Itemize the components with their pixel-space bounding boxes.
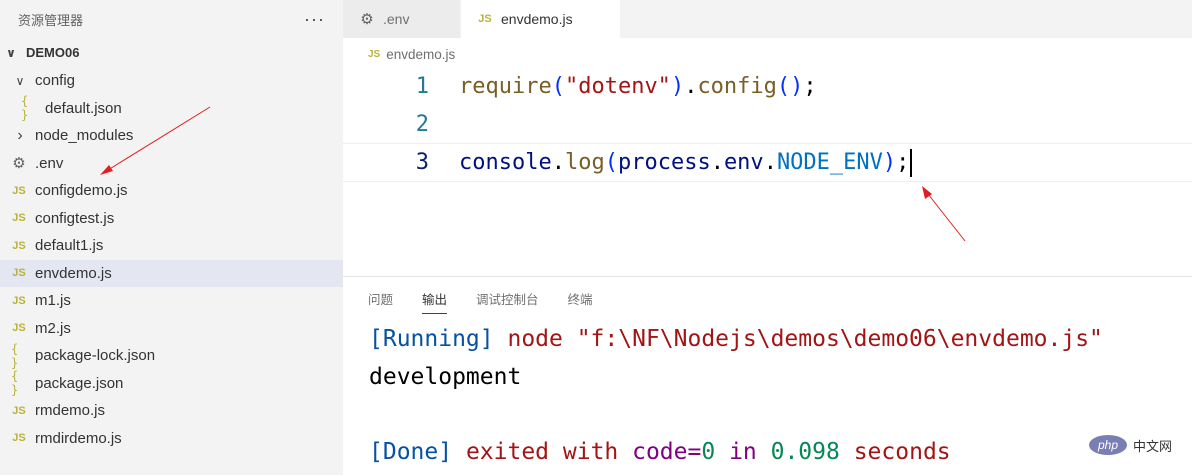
tree-item-package-lock-json[interactable]: { } package-lock.json [0, 342, 343, 370]
bottom-panel: 问题 输出 调试控制台 终端 [Running] node "f:\NF\Nod… [343, 276, 1192, 476]
panel-tabs: 问题 输出 调试控制台 终端 [368, 289, 622, 314]
breadcrumb-file[interactable]: envdemo.js [386, 47, 455, 62]
tree-item-config[interactable]: ∨ config [0, 67, 343, 95]
code-text: console.log(process.env.NODE_ENV); [459, 144, 913, 181]
gear-icon: ⚙ [12, 155, 26, 173]
tab-envdemo-js[interactable]: JS envdemo.js [461, 0, 621, 38]
tree-item-label: .env [35, 154, 64, 172]
tree-item-label: configtest.js [35, 209, 115, 227]
output-line-result: development [369, 363, 522, 390]
tree-item-node-modules[interactable]: › node_modules [0, 122, 343, 150]
more-actions-icon[interactable]: ··· [304, 9, 325, 30]
tab-debug-console[interactable]: 调试控制台 [476, 289, 539, 314]
tree-item-label: package.json [35, 374, 124, 392]
json-file-icon: { } [21, 94, 29, 123]
tree-item-env[interactable]: ⚙ .env [0, 150, 343, 178]
editor-tab-bar: ⚙ .env JS envdemo.js [343, 0, 1192, 38]
chevron-down-icon: ∨ [6, 45, 16, 60]
tree-item-m1-js[interactable]: JS m1.js [0, 287, 343, 315]
json-file-icon: { } [11, 341, 19, 370]
tree-item-label: m1.js [35, 292, 71, 310]
json-file-icon: { } [11, 369, 19, 398]
tree-item-label: rmdirdemo.js [35, 429, 122, 447]
tree-item-label: m2.js [35, 319, 71, 337]
js-file-icon: JS [12, 239, 26, 252]
js-file-icon: JS [12, 322, 26, 335]
tab-label: envdemo.js [501, 11, 573, 27]
explorer-title: 资源管理器 [18, 12, 84, 28]
chevron-down-icon: ∨ [15, 73, 25, 88]
line-number: 2 [415, 112, 429, 137]
workspace-folder[interactable]: ∨ DEMO06 [0, 38, 343, 67]
breadcrumb[interactable]: JS envdemo.js [368, 43, 455, 65]
output-line-running: [Running] node "f:\NF\Nodejs\demos\demo0… [369, 326, 1103, 352]
js-file-icon: JS [12, 212, 26, 225]
php-logo: php [1088, 435, 1127, 455]
tree-item-label: package-lock.json [35, 347, 156, 365]
tree-item-label: config [35, 72, 76, 90]
tree-item-rmdirdemo-js[interactable]: JS rmdirdemo.js [0, 425, 343, 453]
watermark: php 中文网 [1088, 435, 1172, 455]
line-number: 3 [415, 150, 429, 175]
output-line-done: [Done] exited with code=0 in 0.098 secon… [369, 438, 951, 465]
explorer-sidebar: 资源管理器 ··· ∨ DEMO06 ∨ config { } default.… [0, 0, 343, 475]
gear-icon: ⚙ [360, 11, 374, 28]
output-line-blank [369, 396, 1103, 434]
tab-env[interactable]: ⚙ .env [343, 0, 461, 38]
tree-item-configdemo-js[interactable]: JS configdemo.js [0, 177, 343, 205]
js-file-icon: JS [12, 294, 26, 307]
code-editor[interactable]: 1 require("dotenv").config(); 2 3 consol… [343, 66, 1192, 271]
js-file-icon: JS [12, 184, 26, 197]
js-file-icon: JS [12, 404, 26, 417]
output-log[interactable]: [Running] node "f:\NF\Nodejs\demos\demo0… [369, 321, 1103, 471]
tree-item-label: node_modules [35, 127, 134, 145]
tree-item-envdemo-js[interactable]: JS envdemo.js [0, 259, 343, 287]
js-file-icon: JS [12, 267, 26, 280]
tab-output[interactable]: 输出 [422, 289, 448, 314]
tree-item-package-json[interactable]: { } package.json [0, 369, 343, 398]
tree-item-default-json[interactable]: { } default.json [0, 94, 343, 123]
tree-item-label: rmdemo.js [35, 402, 106, 420]
tree-item-label: configdemo.js [35, 182, 128, 200]
workspace-folder-label: DEMO06 [26, 45, 80, 60]
tab-label: .env [383, 11, 410, 27]
tab-terminal[interactable]: 终端 [568, 289, 593, 314]
tab-problems[interactable]: 问题 [368, 289, 393, 314]
tree-item-m2-js[interactable]: JS m2.js [0, 315, 343, 343]
code-line-2[interactable]: 2 [343, 106, 1192, 143]
tree-item-configtest-js[interactable]: JS configtest.js [0, 205, 343, 233]
code-line-3[interactable]: 3 console.log(process.env.NODE_ENV); [343, 143, 1192, 182]
tree-item-rmdemo-js[interactable]: JS rmdemo.js [0, 397, 343, 425]
line-number: 1 [415, 74, 429, 99]
tree-item-label: default.json [45, 99, 122, 117]
js-file-icon: JS [368, 48, 381, 60]
tree-item-label: default1.js [35, 237, 104, 255]
js-file-icon: JS [12, 432, 26, 445]
code-text: require("dotenv").config(); [459, 74, 817, 99]
watermark-text: 中文网 [1132, 438, 1172, 454]
explorer-header: 资源管理器 ··· [0, 0, 343, 38]
tree-item-default1-js[interactable]: JS default1.js [0, 232, 343, 260]
tree-item-label: envdemo.js [35, 264, 112, 282]
text-cursor [910, 149, 913, 177]
chevron-right-icon: › [17, 126, 23, 144]
code-line-1[interactable]: 1 require("dotenv").config(); [343, 68, 1192, 105]
js-file-icon: JS [478, 13, 492, 25]
